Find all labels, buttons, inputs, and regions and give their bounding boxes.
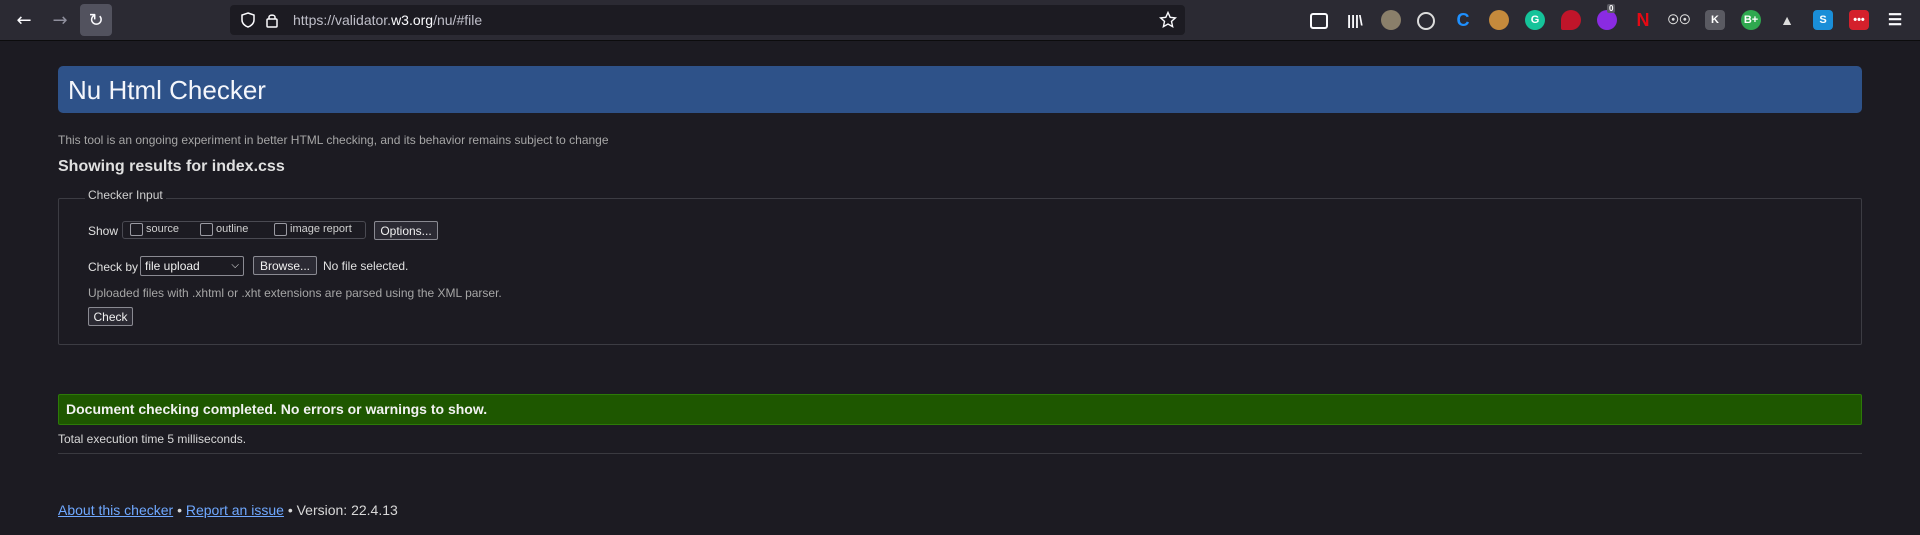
version-text: • Version: 22.4.13 [287,502,398,518]
image-report-checkbox[interactable] [274,223,287,236]
grammarly-icon[interactable]: G [1525,10,1545,30]
results-heading: Showing results for index.css [58,158,285,175]
extension-e-icon[interactable] [1417,12,1435,30]
browser-toolbar: ← → ↻ https://validator.w3.org/nu/#file … [0,0,1920,41]
extension-c-icon[interactable]: C [1453,10,1473,30]
forward-button[interactable]: → [44,4,76,36]
extension-dots-icon[interactable]: ••• [1849,10,1869,30]
extension-avatar-icon[interactable] [1381,10,1401,30]
options-button[interactable]: Options... [374,221,438,240]
xml-parser-hint: Uploaded files with .xhtml or .xht exten… [88,286,502,300]
extension-glasses-icon[interactable]: ☉☉ [1667,10,1690,30]
arrow-left-icon: ← [16,9,32,31]
divider [58,453,1862,454]
image-report-label[interactable]: image report [290,223,352,235]
footer: About this checker • Report an issue • V… [58,502,398,518]
url-text[interactable]: https://validator.w3.org/nu/#file [293,12,482,28]
chevron-down-icon: ⌵ [231,260,239,271]
footer-separator: • [177,502,182,518]
reload-icon: ↻ [88,9,104,31]
success-message: Document checking completed. No errors o… [66,401,488,417]
checker-input-legend: Checker Input [85,188,166,202]
url-prefix: https://validator. [293,12,392,28]
show-label: Show [88,224,119,238]
back-button[interactable]: ← [8,4,40,36]
browse-button[interactable]: Browse... [253,256,317,275]
page-title: Nu Html Checker [68,75,266,105]
check-by-label: Check by [88,260,139,274]
intro-text: This tool is an ongoing experiment in be… [58,133,609,147]
extension-s-icon[interactable]: S [1813,10,1833,30]
source-label[interactable]: source [146,223,179,235]
report-issue-link[interactable]: Report an issue [186,502,284,518]
extension-b-plus-icon[interactable]: B+ [1741,10,1761,30]
extension-purple-icon[interactable]: 0 [1597,4,1617,30]
url-path: /nu/#file [433,12,483,28]
outline-checkbox[interactable] [200,223,213,236]
file-status: No file selected. [323,259,409,273]
arrow-right-icon: → [52,9,68,31]
check-by-value: file upload [145,259,200,273]
check-by-select[interactable]: file upload ⌵ [140,256,244,276]
outline-label[interactable]: outline [216,223,248,235]
extension-sneaker-icon[interactable]: ▲ [1777,10,1797,30]
menu-icon[interactable]: ☰ [1885,10,1905,30]
source-checkbox[interactable] [130,223,143,236]
tracking-protection-shield-icon[interactable] [238,10,258,30]
lock-icon[interactable] [262,10,282,30]
execution-time: Total execution time 5 milliseconds. [58,432,247,446]
pocket-icon[interactable] [1310,13,1328,29]
extension-cookie-icon[interactable] [1489,10,1509,30]
bookmark-star-icon[interactable] [1158,10,1178,30]
url-domain: w3.org [391,12,434,28]
success-message-box: Document checking completed. No errors o… [58,394,1862,425]
check-button[interactable]: Check [88,307,133,326]
address-bar[interactable]: https://validator.w3.org/nu/#file [230,5,1185,35]
library-icon[interactable]: |||\ [1345,10,1365,30]
extension-k-icon[interactable]: K [1705,10,1725,30]
netflix-icon[interactable]: N [1633,10,1653,30]
extension-red-tag-icon[interactable] [1561,10,1581,30]
extension-badge: 0 [1607,4,1616,13]
reload-button[interactable]: ↻ [80,4,112,36]
title-banner: Nu Html Checker [58,66,1862,113]
about-checker-link[interactable]: About this checker [58,502,173,518]
